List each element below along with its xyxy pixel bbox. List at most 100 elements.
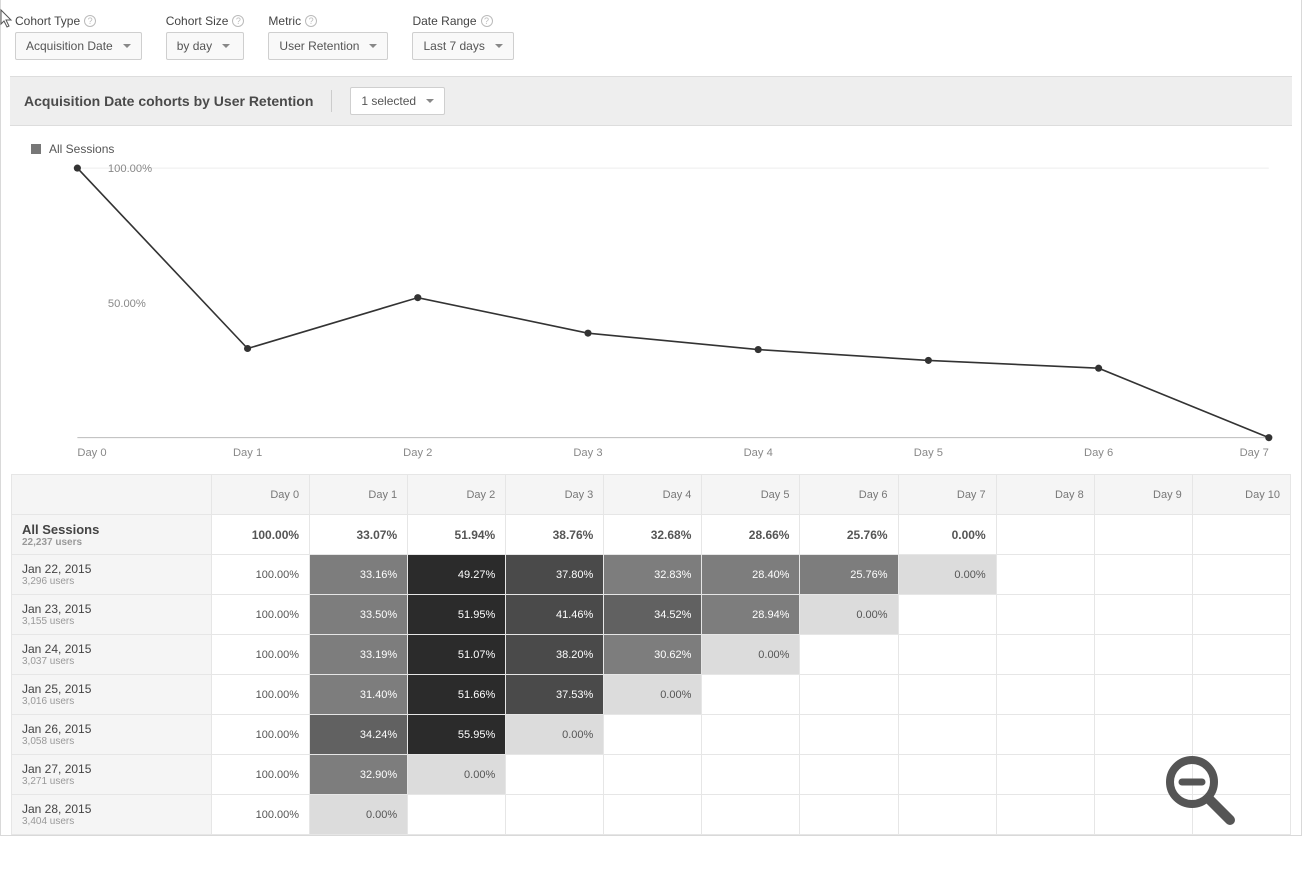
table-corner: [12, 475, 212, 515]
zoom-out-button[interactable]: [1160, 750, 1238, 831]
date-range-dropdown[interactable]: Last 7 days: [412, 32, 513, 60]
cell: [996, 755, 1094, 795]
cell: [1192, 635, 1290, 675]
cell: [702, 795, 800, 835]
cell: 0.00%: [800, 595, 898, 635]
cell: [996, 795, 1094, 835]
cell: 51.66%: [408, 675, 506, 715]
cohort-row: Jan 28, 20153,404 users100.00%0.00%: [12, 795, 1291, 835]
chevron-down-icon: [426, 99, 434, 103]
cell: [702, 755, 800, 795]
svg-text:Day 3: Day 3: [573, 447, 602, 459]
table-header: Day 0: [212, 475, 310, 515]
cohort-row: Jan 22, 20153,296 users100.00%33.16%49.2…: [12, 555, 1291, 595]
cohort-table: Day 0Day 1Day 2Day 3Day 4Day 5Day 6Day 7…: [11, 474, 1291, 835]
cell: 38.20%: [506, 635, 604, 675]
cell: 100.00%: [212, 795, 310, 835]
cell: [1192, 555, 1290, 595]
zoom-out-icon: [1160, 750, 1238, 828]
cell: 0.00%: [506, 715, 604, 755]
cell: 0.00%: [898, 515, 996, 555]
cell: [702, 715, 800, 755]
cell: 100.00%: [212, 675, 310, 715]
cell: 34.52%: [604, 595, 702, 635]
cell: 28.94%: [702, 595, 800, 635]
help-icon[interactable]: ?: [232, 15, 244, 27]
cell: 100.00%: [212, 635, 310, 675]
table-header: Day 9: [1094, 475, 1192, 515]
cohort-type-dropdown[interactable]: Acquisition Date: [15, 32, 142, 60]
cell: [506, 755, 604, 795]
cell: [898, 715, 996, 755]
cell: 100.00%: [212, 715, 310, 755]
cell: 34.24%: [310, 715, 408, 755]
cell: [996, 515, 1094, 555]
row-label: Jan 22, 20153,296 users: [12, 555, 212, 595]
cell: [996, 555, 1094, 595]
cell: [996, 635, 1094, 675]
cell: [1094, 635, 1192, 675]
cell: 100.00%: [212, 595, 310, 635]
svg-text:Day 7: Day 7: [1240, 447, 1269, 459]
cell: [1192, 715, 1290, 755]
chevron-down-icon: [123, 44, 131, 48]
retention-line-chart: 50.00%100.00%Day 0Day 1Day 2Day 3Day 4Da…: [57, 160, 1279, 464]
help-icon[interactable]: ?: [84, 15, 96, 27]
cell: [604, 795, 702, 835]
cell: 0.00%: [702, 635, 800, 675]
svg-text:Day 6: Day 6: [1084, 447, 1113, 459]
table-header: Day 10: [1192, 475, 1290, 515]
table-header: Day 1: [310, 475, 408, 515]
legend: All Sessions: [11, 126, 1291, 160]
cell: [800, 635, 898, 675]
cell: [800, 715, 898, 755]
cell: [996, 715, 1094, 755]
legend-label: All Sessions: [49, 142, 114, 156]
table-header: Day 2: [408, 475, 506, 515]
cell: [1094, 595, 1192, 635]
cohort-row: Jan 26, 20153,058 users100.00%34.24%55.9…: [12, 715, 1291, 755]
cell: [800, 675, 898, 715]
cell: [898, 595, 996, 635]
metric-label: Metric ?: [268, 14, 388, 28]
cell: [1192, 675, 1290, 715]
date-range-label: Date Range ?: [412, 14, 513, 28]
row-label: Jan 26, 20153,058 users: [12, 715, 212, 755]
row-label: Jan 27, 20153,271 users: [12, 755, 212, 795]
cohort-size-label: Cohort Size ?: [166, 14, 245, 28]
row-label: Jan 24, 20153,037 users: [12, 635, 212, 675]
cell: 51.95%: [408, 595, 506, 635]
table-header: Day 7: [898, 475, 996, 515]
cell: [996, 675, 1094, 715]
help-icon[interactable]: ?: [481, 15, 493, 27]
cell: 49.27%: [408, 555, 506, 595]
series-selector-dropdown[interactable]: 1 selected: [350, 87, 445, 115]
cell: 33.19%: [310, 635, 408, 675]
cell: 33.07%: [310, 515, 408, 555]
table-header: Day 3: [506, 475, 604, 515]
cell: 41.46%: [506, 595, 604, 635]
svg-text:Day 2: Day 2: [403, 447, 432, 459]
cell: 28.40%: [702, 555, 800, 595]
table-header: Day 5: [702, 475, 800, 515]
cell: [996, 595, 1094, 635]
cohort-row: Jan 25, 20153,016 users100.00%31.40%51.6…: [12, 675, 1291, 715]
table-header: Day 8: [996, 475, 1094, 515]
cell: 30.62%: [604, 635, 702, 675]
cohort-size-dropdown[interactable]: by day: [166, 32, 245, 60]
cell: 32.90%: [310, 755, 408, 795]
help-icon[interactable]: ?: [305, 15, 317, 27]
cell: 37.80%: [506, 555, 604, 595]
summary-row: All Sessions22,237 users100.00%33.07%51.…: [12, 515, 1291, 555]
cohort-row: Jan 24, 20153,037 users100.00%33.19%51.0…: [12, 635, 1291, 675]
cell: 33.16%: [310, 555, 408, 595]
chart-header: Acquisition Date cohorts by User Retenti…: [10, 76, 1292, 126]
cell: [408, 795, 506, 835]
cell: 100.00%: [212, 555, 310, 595]
cursor-icon: [0, 8, 15, 28]
metric-dropdown[interactable]: User Retention: [268, 32, 388, 60]
cohort-row: Jan 27, 20153,271 users100.00%32.90%0.00…: [12, 755, 1291, 795]
cell: [800, 755, 898, 795]
legend-swatch: [31, 144, 41, 154]
svg-text:Day 5: Day 5: [914, 447, 943, 459]
